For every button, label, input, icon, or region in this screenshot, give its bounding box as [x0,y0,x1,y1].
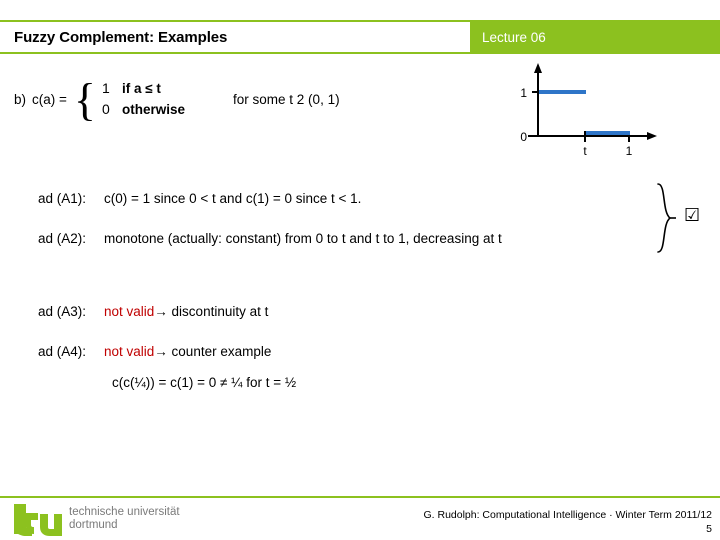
tu-logo-text: technische universität dortmund [69,506,180,532]
ytick-label-1: 1 [520,86,527,100]
title-plate: Fuzzy Complement: Examples [0,20,470,54]
footer-credit: G. Rudolph: Computational Intelligence ·… [423,508,712,536]
axiom-key: ad (A4): [38,344,87,359]
axiom-row-a1: ad (A1): c(0) = 1 since 0 < t and c(1) =… [38,191,361,206]
definition-item-label: b) [14,91,27,107]
definition-block: b) c(a) = { 1 if a ≤ t 0 otherwise for s… [14,74,340,125]
lecture-label: Lecture 06 [482,29,546,45]
case-value: 0 [102,101,110,117]
axiom-text: → discontinuity at t [154,304,269,319]
axiom-key: ad (A1): [38,191,87,206]
axiom-key: ad (A3): [38,304,87,319]
axiom-key: ad (A2): [38,231,87,246]
definition-cases: 1 if a ≤ t 0 otherwise [102,78,185,120]
case-row: 1 if a ≤ t [102,78,185,99]
xtick-label-1: 1 [626,144,633,158]
axiom-row-a4: ad (A4): not valid → counter example [38,344,271,359]
grouping-brace [655,182,677,254]
axiom-text: → counter example [154,344,272,359]
invalid-label: not valid [104,304,155,319]
footer-rule [0,496,720,498]
page-title: Fuzzy Complement: Examples [14,28,228,46]
footer-page-number: 5 [706,523,712,535]
axiom-row-a3: ad (A3): not valid → discontinuity at t [38,304,268,319]
case-row: 0 otherwise [102,99,185,120]
tu-logo-mark [14,504,62,536]
axiom-text: monotone (actually: constant) from 0 to … [104,231,502,246]
invalid-label: not valid [104,344,155,359]
counter-example-formula: c(c(¼)) = c(1) = 0 ≠ ¼ for t = ½ [112,375,297,390]
y-axis [534,63,542,136]
logo-line-2: dortmund [69,519,118,531]
definition-lhs: c(a) = [32,91,67,107]
axiom-row-a2: ad (A2): monotone (actually: constant) f… [38,231,502,246]
valid-checkbox-icon: ☑ [684,205,701,226]
case-condition: if a ≤ t [122,81,161,96]
case-value: 1 [102,80,110,96]
case-condition: otherwise [122,102,186,117]
definition-suffix: for some t 2 (0, 1) [233,91,340,107]
tu-dortmund-logo: technische universität dortmund [10,503,180,537]
logo-line-1: technische universität [69,506,180,518]
axiom-text: c(0) = 1 since 0 < t and c(1) = 0 since … [104,191,362,206]
footer-credit-text: G. Rudolph: Computational Intelligence ·… [423,509,712,521]
ytick-label-0: 0 [520,130,527,144]
xtick-label-t: t [583,144,587,158]
step-function-chart: 1 0 t 1 [510,60,670,158]
